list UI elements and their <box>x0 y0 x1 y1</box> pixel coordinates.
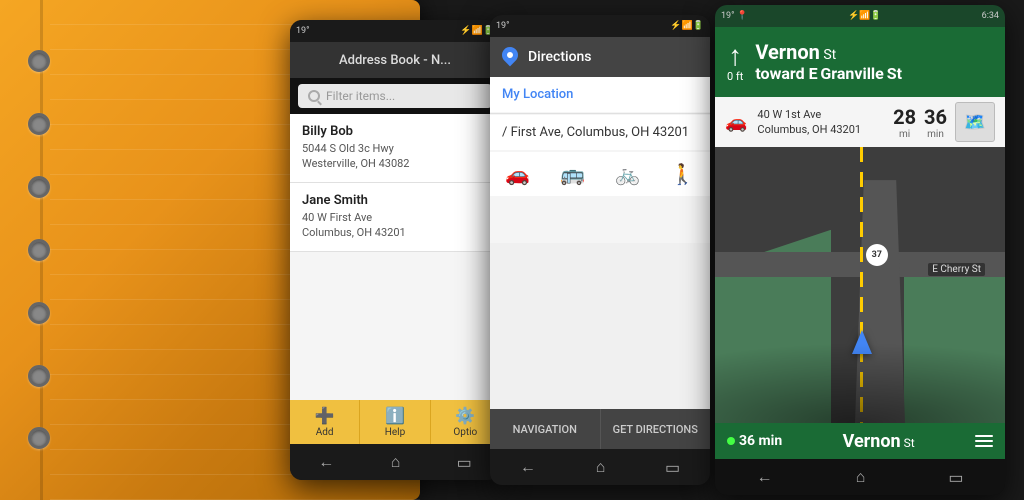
nav-status-bar: 19° 📍 ⚡📶🔋 6:34 <box>715 5 1005 27</box>
phone1-bottom-bar: ➕ Add ℹ️ Help ⚙️ Optio <box>290 400 500 444</box>
status-bar-1: 19° ⚡📶🔋 <box>290 20 500 42</box>
ring-3 <box>28 176 50 198</box>
contact-addr1-line2: Westerville, OH 43082 <box>302 156 488 171</box>
bike-mode-icon[interactable]: 🚲 <box>615 162 640 186</box>
home-icon-3[interactable]: ⌂ <box>856 467 866 487</box>
nav-stats: 28 mi 36 min 🗺️ <box>893 102 995 142</box>
help-icon: ℹ️ <box>385 406 405 425</box>
contact-billy-bob[interactable]: Billy Bob 5044 S Old 3c Hwy Westerville,… <box>290 114 500 183</box>
status-left-2: 19° <box>496 21 509 31</box>
menu-line-3 <box>975 445 993 447</box>
home-icon-1[interactable]: ⌂ <box>391 452 401 472</box>
nav-turn-header: ↑ 0 ft Vernon St toward E Granville St <box>715 27 1005 97</box>
options-label: Optio <box>453 427 477 438</box>
search-placeholder: Filter items... <box>326 89 395 103</box>
bottom-street-name: Vernon St <box>843 431 915 452</box>
contact-addr1-line1: 5044 S Old 3c Hwy <box>302 141 488 156</box>
from-field[interactable]: My Location <box>490 77 710 112</box>
nav-status-left: 19° 📍 <box>721 11 748 21</box>
current-street-name: Vernon St <box>755 41 993 63</box>
status-icons-1: ⚡📶🔋 <box>460 26 494 36</box>
hamburger-menu-icon[interactable] <box>975 435 993 447</box>
contact-jane-smith[interactable]: Jane Smith 40 W First Ave Columbus, OH 4… <box>290 183 500 252</box>
nav-status-icons: ⚡📶🔋 <box>848 11 882 21</box>
phone3-nav-bar: ← ⌂ ▭ <box>715 459 1005 495</box>
distance-stat: 28 mi <box>893 105 916 140</box>
transport-mode-bar: 🚗 🚌 🚲 🚶 <box>490 152 710 196</box>
status-icons-2: ⚡📶🔋 <box>670 21 704 31</box>
add-label: Add <box>316 427 334 438</box>
ring-4 <box>28 239 50 261</box>
status-bar-2: 19° ⚡📶🔋 <box>490 15 710 37</box>
help-label: Help <box>385 427 405 438</box>
contact-list-area: Billy Bob 5044 S Old 3c Hwy Westerville,… <box>290 114 500 400</box>
phone-directions: 19° ⚡📶🔋 Directions My Location / First A… <box>490 15 710 485</box>
duration-stat: 36 min <box>924 105 947 140</box>
back-icon-2[interactable]: ← <box>520 457 536 477</box>
walk-mode-icon[interactable]: 🚶 <box>670 162 695 186</box>
search-icon <box>308 90 320 102</box>
recent-icon-1[interactable]: ▭ <box>457 453 472 472</box>
transit-mode-icon[interactable]: 🚌 <box>560 162 585 186</box>
add-button[interactable]: ➕ Add <box>290 400 360 444</box>
ring-6 <box>28 365 50 387</box>
options-icon: ⚙️ <box>455 406 475 425</box>
phone1-nav-bar: ← ⌂ ▭ <box>290 444 500 480</box>
filter-search-bar[interactable]: Filter items... <box>298 84 492 108</box>
phones-container: 19° ⚡📶🔋 Address Book - N... Filter items… <box>290 0 1005 500</box>
menu-line-1 <box>975 435 993 437</box>
back-icon-3[interactable]: ← <box>757 467 773 487</box>
route-number-badge: 37 <box>866 244 888 266</box>
directions-title-bar: Directions <box>490 37 710 77</box>
phone-navigation: 19° 📍 ⚡📶🔋 6:34 ↑ 0 ft Vernon St toward <box>715 5 1005 495</box>
to-field[interactable]: / First Ave, Columbus, OH 43201 <box>490 115 710 150</box>
contact-name-2: Jane Smith <box>302 193 488 208</box>
nav-bottom-bar: 36 min Vernon St <box>715 423 1005 459</box>
help-button[interactable]: ℹ️ Help <box>360 400 430 444</box>
nav-time: 6:34 <box>982 11 999 21</box>
directions-form: My Location / First Ave, Columbus, OH 43… <box>490 77 710 243</box>
navigation-button[interactable]: NAVIGATION <box>490 409 601 449</box>
eta-display: 36 min <box>727 433 782 449</box>
recent-icon-2[interactable]: ▭ <box>665 458 680 477</box>
up-arrow-icon: ↑ <box>728 42 742 70</box>
navigation-map[interactable]: E Cherry St 37 <box>715 147 1005 423</box>
eta-dot <box>727 437 735 445</box>
ring-1 <box>28 50 50 72</box>
driving-mode-icon: 🚗 <box>725 112 747 133</box>
drive-mode-icon[interactable]: 🚗 <box>505 162 530 186</box>
get-directions-button[interactable]: GET DIRECTIONS <box>601 409 711 449</box>
contact-name-1: Billy Bob <box>302 124 488 139</box>
phone-address-book: 19° ⚡📶🔋 Address Book - N... Filter items… <box>290 20 500 480</box>
status-left-1: 19° <box>296 26 309 36</box>
menu-line-2 <box>975 440 993 442</box>
ring-5 <box>28 302 50 324</box>
directions-action-bar: NAVIGATION GET DIRECTIONS <box>490 409 710 449</box>
contact-addr2-line2: Columbus, OH 43201 <box>302 225 488 240</box>
toward-street-info: toward E Granville St <box>755 64 993 83</box>
notebook-rings <box>28 0 50 500</box>
nav-route-info-bar: 🚗 40 W 1st Ave Columbus, OH 43201 28 mi … <box>715 97 1005 147</box>
add-icon: ➕ <box>315 406 335 425</box>
turn-direction-box: ↑ 0 ft <box>727 42 743 83</box>
home-icon-2[interactable]: ⌂ <box>596 457 606 477</box>
ring-2 <box>28 113 50 135</box>
perspective-overlay <box>715 343 1005 423</box>
nav-street-info: Vernon St toward E Granville St <box>755 41 993 82</box>
directions-title-text: Directions <box>528 49 592 65</box>
phone1-title: Address Book - N... <box>290 42 500 78</box>
contact-list: Billy Bob 5044 S Old 3c Hwy Westerville,… <box>290 114 500 400</box>
contact-addr2-line1: 40 W First Ave <box>302 210 488 225</box>
nav-distance-text: 0 ft <box>727 70 743 83</box>
map-thumbnail[interactable]: 🗺️ <box>955 102 995 142</box>
destination-address: 40 W 1st Ave Columbus, OH 43201 <box>757 107 883 138</box>
back-icon-1[interactable]: ← <box>318 452 334 472</box>
recent-icon-3[interactable]: ▭ <box>948 468 963 487</box>
phone2-nav-bar: ← ⌂ ▭ <box>490 449 710 485</box>
ring-7 <box>28 427 50 449</box>
map-street-label: E Cherry St <box>928 263 985 276</box>
